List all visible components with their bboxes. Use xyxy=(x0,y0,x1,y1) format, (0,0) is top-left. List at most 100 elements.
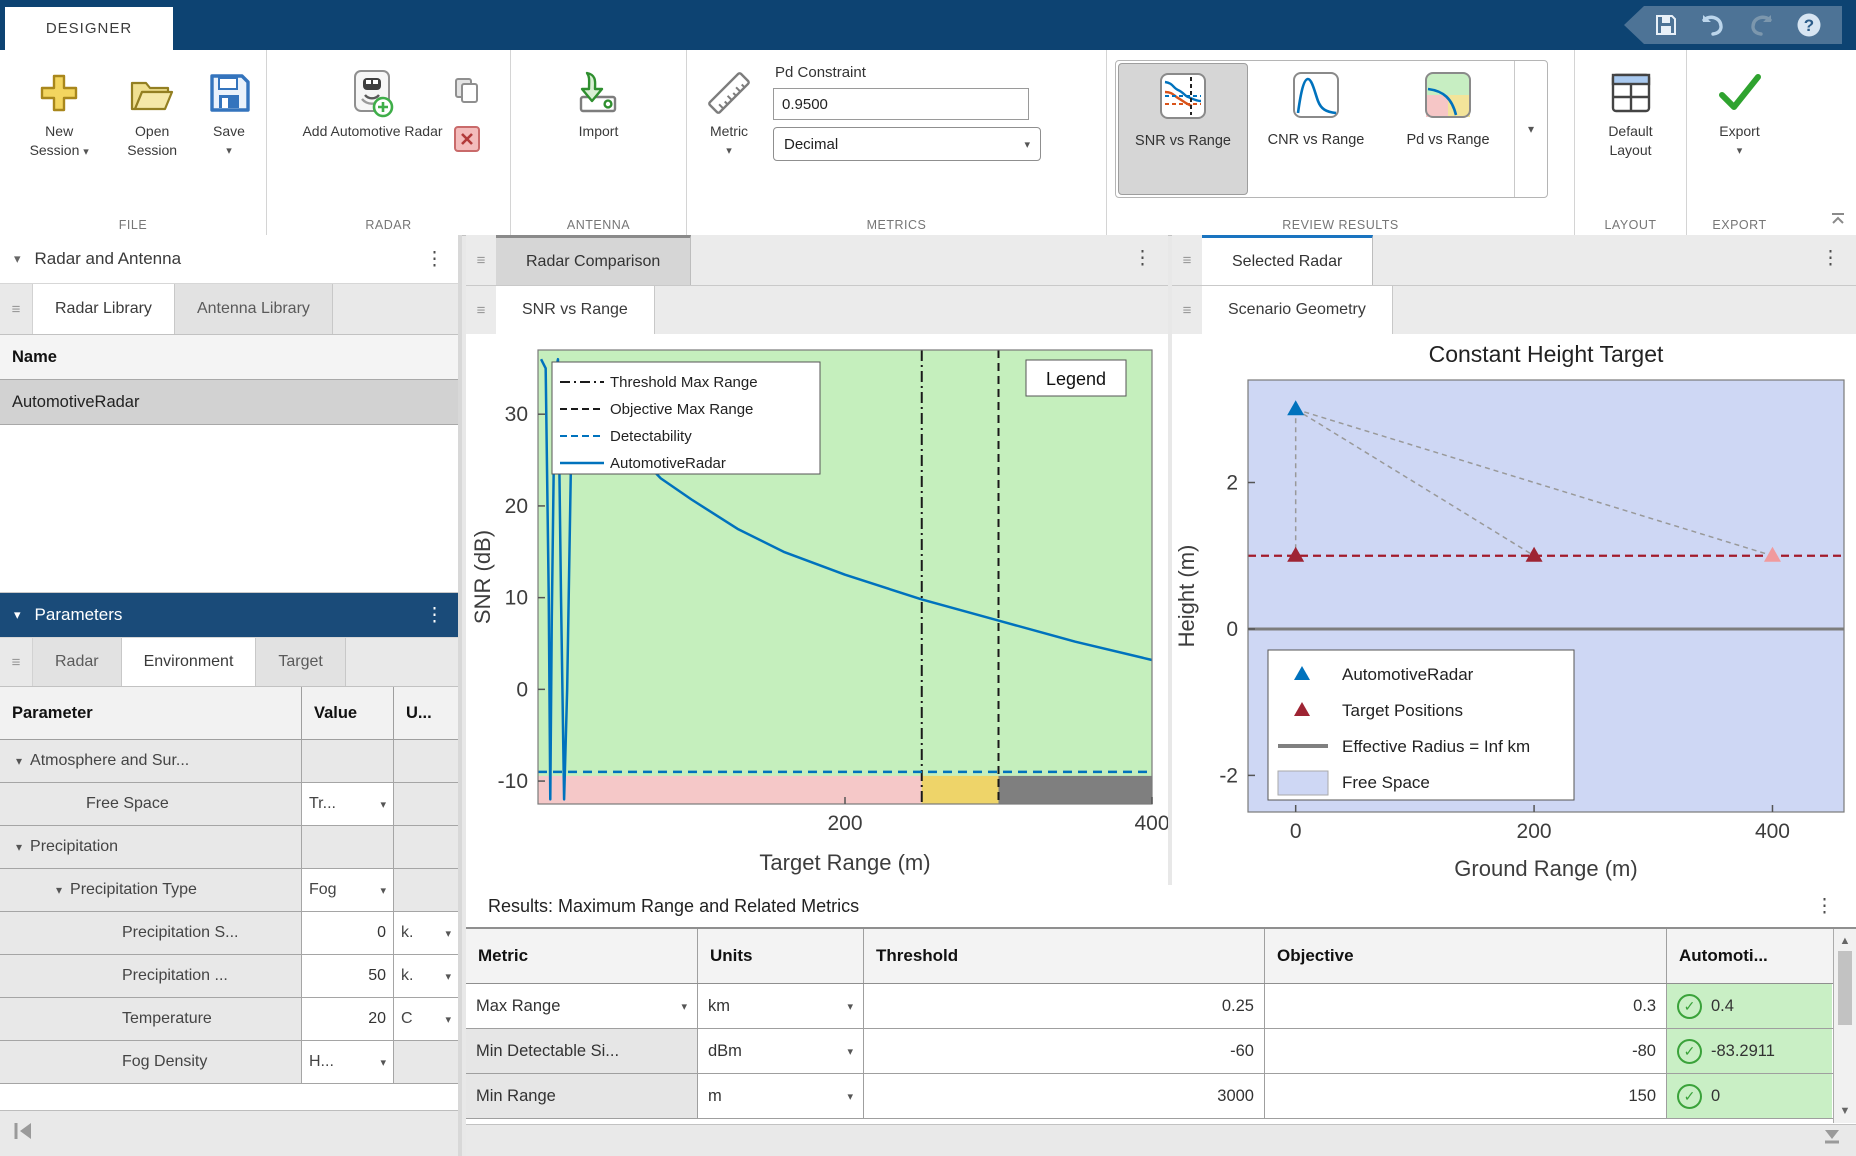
collapse-to-bottom-icon[interactable] xyxy=(1822,1125,1842,1150)
parameter-row[interactable]: Precipitation ... 50k.▾ xyxy=(0,955,458,998)
metric-name: Min Detectable Si... xyxy=(476,1042,619,1061)
kebab-menu-icon[interactable]: ⋮ xyxy=(1133,249,1152,268)
redo-icon[interactable] xyxy=(1748,14,1774,36)
column-automotive-radar: Automoti... xyxy=(1667,929,1832,983)
threshold-cell[interactable]: -60 xyxy=(864,1029,1265,1073)
parameter-row[interactable]: ▾Precipitation TypeFog▾ xyxy=(0,869,458,912)
objective-cell[interactable]: 150 xyxy=(1265,1074,1667,1118)
snr-plot-canvas[interactable]: 2004003020100-10Target Range (m)SNR (dB)… xyxy=(466,334,1168,886)
kebab-menu-icon[interactable]: ⋮ xyxy=(425,250,444,269)
parameter-unit-cell[interactable]: k.▾ xyxy=(394,955,458,997)
parameter-row[interactable]: ▾ Atmosphere and Sur... xyxy=(0,740,458,783)
tab-scenario-geometry[interactable]: Scenario Geometry xyxy=(1202,286,1393,334)
units-cell[interactable]: m▾ xyxy=(698,1074,864,1118)
drag-grip-icon[interactable]: ≡ xyxy=(1172,286,1202,334)
objective-cell[interactable]: -80 xyxy=(1265,1029,1667,1073)
collapse-arrow-icon[interactable]: ▾ xyxy=(14,251,21,267)
parameter-name: Temperature xyxy=(122,1010,212,1028)
results-row[interactable]: Max Range▾km▾0.250.3✓0.4 xyxy=(466,984,1856,1029)
tab-radar[interactable]: Radar xyxy=(33,638,122,686)
parameter-row[interactable]: Free SpaceTr...▾ xyxy=(0,783,458,826)
ribbon-section-antenna: Import ANTENNA xyxy=(511,50,687,235)
section-label-radar: RADAR xyxy=(267,218,510,232)
results-row[interactable]: Min Detectable Si...dBm▾-60-80✓-83.2911 xyxy=(466,1029,1856,1074)
units-cell[interactable]: km▾ xyxy=(698,984,864,1028)
results-row[interactable]: Min Rangem▾3000150✓0 xyxy=(466,1074,1856,1119)
drag-grip-icon[interactable]: ≡ xyxy=(0,638,33,686)
parameter-value-cell[interactable]: 20 xyxy=(302,998,394,1040)
save-button[interactable]: Save ▾ xyxy=(200,60,258,161)
metric-cell[interactable]: Min Range xyxy=(466,1074,698,1118)
drag-grip-icon[interactable]: ≡ xyxy=(466,235,496,285)
cnr-vs-range-button[interactable]: CNR vs Range xyxy=(1252,63,1380,195)
collapse-ribbon-icon[interactable] xyxy=(1830,212,1846,231)
parameter-value-cell[interactable]: Fog▾ xyxy=(302,869,394,911)
gallery-dropdown-button[interactable]: ▾ xyxy=(1514,61,1547,197)
results-scrollbar[interactable]: ▲ ▼ xyxy=(1833,929,1856,1123)
drag-grip-icon[interactable]: ≡ xyxy=(1172,235,1202,285)
parameter-value-cell[interactable]: Tr...▾ xyxy=(302,783,394,825)
kebab-menu-icon[interactable]: ⋮ xyxy=(1821,249,1840,268)
parameter-row[interactable]: Precipitation S...0k.▾ xyxy=(0,912,458,955)
scroll-up-icon[interactable]: ▲ xyxy=(1840,935,1851,947)
parameter-unit-cell[interactable]: C▾ xyxy=(394,998,458,1040)
tab-selected-radar[interactable]: Selected Radar xyxy=(1202,235,1373,285)
help-icon[interactable]: ? xyxy=(1796,12,1822,38)
import-button[interactable]: Import xyxy=(567,60,631,145)
delete-icon[interactable] xyxy=(453,125,481,158)
add-automotive-radar-button[interactable]: Add Automotive Radar xyxy=(296,60,448,145)
parameter-row[interactable]: Fog DensityH...▾ xyxy=(0,1041,458,1084)
dropdown-caret: ▾ xyxy=(726,144,732,157)
parameter-row[interactable]: ▾Precipitation xyxy=(0,826,458,869)
dropdown-caret: ▾ xyxy=(1024,138,1030,151)
export-button[interactable]: Export ▾ xyxy=(1708,60,1772,161)
tab-environment[interactable]: Environment xyxy=(122,638,257,686)
snr-vs-range-button[interactable]: SNR vs Range xyxy=(1118,63,1248,195)
collapse-arrow-icon[interactable]: ▾ xyxy=(16,840,22,854)
collapse-arrow-icon[interactable]: ▾ xyxy=(16,754,22,768)
copy-icon[interactable] xyxy=(453,76,481,111)
metric-button[interactable]: Metric ▾ xyxy=(695,60,763,161)
format-select[interactable]: Decimal▾ xyxy=(773,127,1041,161)
parameter-value-cell[interactable]: H...▾ xyxy=(302,1041,394,1083)
tab-snr-vs-range[interactable]: SNR vs Range xyxy=(496,286,655,334)
pd-constraint-input[interactable] xyxy=(773,88,1029,120)
default-layout-button[interactable]: Default Layout xyxy=(1583,60,1678,164)
tab-radar-library[interactable]: Radar Library xyxy=(33,284,175,334)
parameter-unit-cell[interactable]: k.▾ xyxy=(394,912,458,954)
threshold-cell[interactable]: 3000 xyxy=(864,1074,1265,1118)
collapse-to-left-icon[interactable] xyxy=(12,1121,34,1146)
geometry-plot-canvas[interactable]: 020040020-2Constant Height TargetGround … xyxy=(1172,334,1856,886)
collapse-arrow-icon[interactable]: ▾ xyxy=(14,607,21,623)
tab-target[interactable]: Target xyxy=(256,638,345,686)
drag-grip-icon[interactable]: ≡ xyxy=(0,284,33,334)
results-title: Results: Maximum Range and Related Metri… xyxy=(488,896,859,917)
parameters-header[interactable]: ▾ Parameters ⋮ xyxy=(0,593,458,638)
threshold-cell[interactable]: 0.25 xyxy=(864,984,1265,1028)
drag-grip-icon[interactable]: ≡ xyxy=(466,286,496,334)
kebab-menu-icon[interactable]: ⋮ xyxy=(425,606,444,625)
parameter-value-cell[interactable]: 0 xyxy=(302,912,394,954)
radar-antenna-header[interactable]: ▾ Radar and Antenna ⋮ xyxy=(0,235,458,284)
metric-cell[interactable]: Max Range▾ xyxy=(466,984,698,1028)
parameter-name: Atmosphere and Sur... xyxy=(30,752,189,770)
parameter-value-cell[interactable]: 50 xyxy=(302,955,394,997)
tab-radar-comparison[interactable]: Radar Comparison xyxy=(496,235,691,285)
scrollbar-thumb[interactable] xyxy=(1838,951,1852,1025)
objective-cell[interactable]: 0.3 xyxy=(1265,984,1667,1028)
tab-antenna-library[interactable]: Antenna Library xyxy=(175,284,333,334)
metric-cell[interactable]: Min Detectable Si... xyxy=(466,1029,698,1073)
pd-vs-range-button[interactable]: Pd vs Range xyxy=(1384,63,1512,195)
units-cell[interactable]: dBm▾ xyxy=(698,1029,864,1073)
kebab-menu-icon[interactable]: ⋮ xyxy=(1815,897,1834,916)
parameter-row[interactable]: Temperature 20C▾ xyxy=(0,998,458,1041)
undo-icon[interactable] xyxy=(1700,14,1726,36)
save-icon[interactable] xyxy=(1654,13,1678,37)
open-session-button[interactable]: Open Session xyxy=(108,60,196,164)
library-row-automotive-radar[interactable]: AutomotiveRadar xyxy=(0,380,458,425)
tab-designer[interactable]: DESIGNER xyxy=(5,7,173,50)
new-session-button[interactable]: New Session ▾ xyxy=(14,60,104,166)
parameter-name: Precipitation ... xyxy=(122,967,228,985)
scroll-down-icon[interactable]: ▼ xyxy=(1840,1105,1851,1117)
collapse-arrow-icon[interactable]: ▾ xyxy=(56,883,62,897)
